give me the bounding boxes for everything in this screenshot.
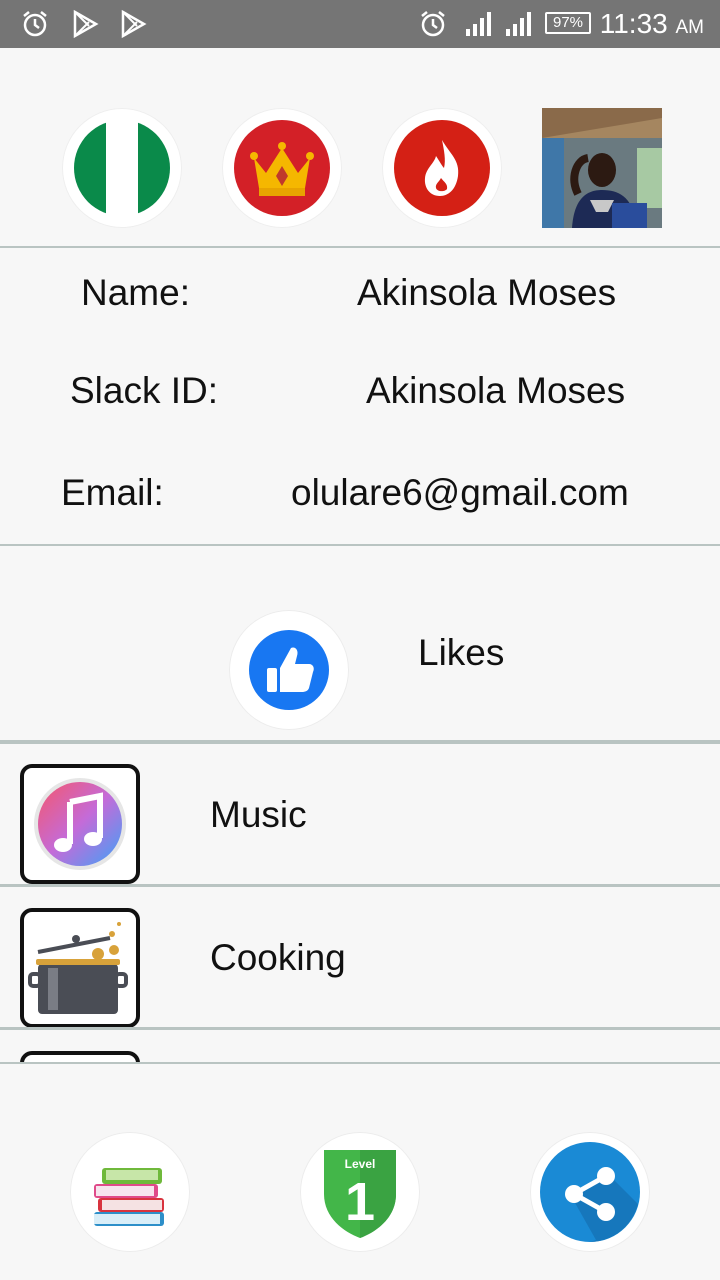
nigeria-flag-badge[interactable] [62, 108, 182, 228]
share-icon [540, 1142, 640, 1242]
email-value: olulare6@gmail.com [291, 472, 629, 513]
status-bar: 97% 11:33 AM [0, 0, 720, 48]
likes-button[interactable] [229, 610, 349, 730]
crown-icon [234, 120, 330, 216]
list-item-music[interactable]: Music [0, 744, 720, 884]
profile-photo-image [542, 108, 662, 228]
fire-icon [394, 120, 490, 216]
signal-icon [466, 12, 491, 36]
cooking-icon-box [20, 908, 140, 1028]
clock-ampm: AM [675, 17, 705, 38]
level-number: 1 [345, 1172, 375, 1232]
cooking-pot-icon [28, 922, 128, 1014]
list-item-partial[interactable] [0, 1030, 720, 1064]
share-button[interactable] [530, 1132, 650, 1252]
battery-icon: 97% [545, 12, 591, 34]
name-label: Name: [81, 272, 190, 313]
clock: 11:33 AM [600, 8, 704, 40]
crown-badge[interactable] [222, 108, 342, 228]
list-item-cooking[interactable]: Cooking [0, 887, 720, 1028]
name-value: Akinsola Moses [357, 272, 617, 313]
bottom-nav: Level 1 [0, 1064, 720, 1280]
alarm-icon [23, 11, 47, 37]
slack-id-value: Akinsola Moses [366, 370, 626, 411]
play-store-icon [121, 9, 147, 39]
play-store-icon [73, 9, 99, 39]
list-item-label: Cooking [210, 937, 346, 978]
books-button[interactable] [70, 1132, 190, 1252]
email-label: Email: [61, 472, 164, 513]
list-item-label: Music [210, 794, 307, 835]
clock-time: 11:33 [599, 8, 668, 39]
divider [0, 544, 720, 546]
nigeria-flag-icon [74, 120, 170, 216]
level-button[interactable]: Level 1 [300, 1132, 420, 1252]
divider [0, 246, 720, 248]
books-icon [94, 1168, 164, 1226]
alarm-icon [421, 11, 445, 37]
signal-icon [506, 12, 531, 36]
fire-badge[interactable] [382, 108, 502, 228]
level-text: Level [345, 1157, 376, 1171]
slack-id-label: Slack ID: [70, 370, 219, 411]
thumbs-up-icon [249, 630, 329, 710]
music-icon-box [20, 764, 140, 884]
profile-photo[interactable] [542, 108, 662, 228]
level-1-shield-icon: Level 1 [324, 1150, 396, 1238]
likes-title: Likes [418, 632, 505, 673]
music-icon [34, 778, 126, 870]
